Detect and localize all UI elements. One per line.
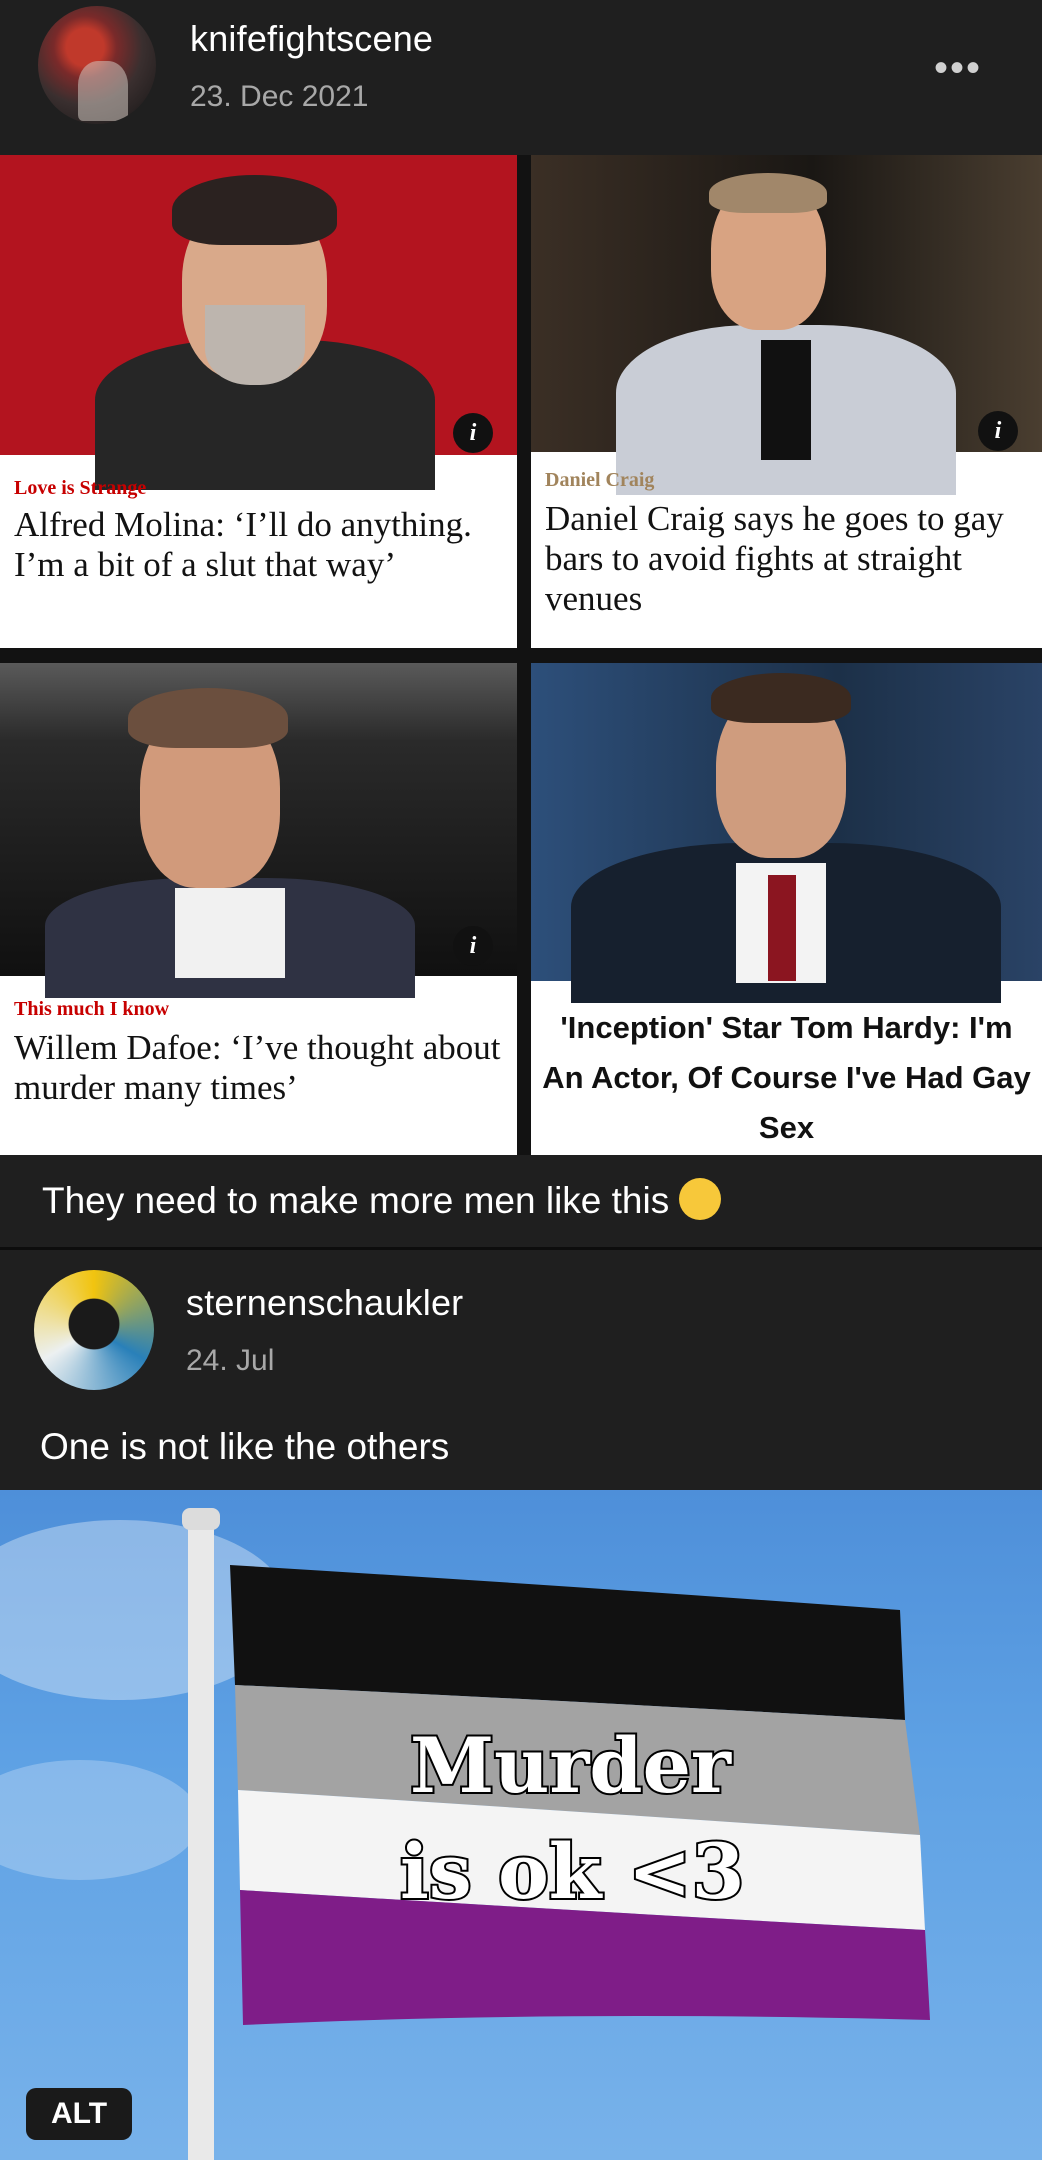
article-photo — [531, 663, 1042, 1003]
article-kicker: Love is Strange — [14, 477, 147, 499]
caption-text: They need to make more men like this — [42, 1180, 670, 1221]
article-card[interactable]: i Daniel Craig Daniel Craig says he goes… — [531, 155, 1042, 648]
pensive-face-icon — [679, 1178, 722, 1221]
info-icon[interactable]: i — [453, 413, 493, 453]
post-username[interactable]: knifefightscene — [190, 18, 433, 60]
article-kicker: This much I know — [14, 998, 170, 1020]
article-headline: 'Inception' Star Tom Hardy: I'm An Actor… — [542, 1010, 1031, 1145]
flag-illustration: Murder is ok <3 — [0, 1508, 930, 2160]
article-photo: i — [531, 155, 1042, 495]
article-photo: i — [0, 155, 517, 490]
post-header — [0, 0, 1042, 155]
reblog-text: One is not like the others — [40, 1426, 450, 1467]
alt-text-button[interactable]: ALT — [26, 2088, 132, 2140]
meme-text-line1: Murder — [410, 1721, 732, 1810]
article-kicker: Daniel Craig — [545, 469, 655, 491]
meme-text-line2: is ok <3 — [400, 1827, 745, 1916]
article-headline: Willem Dafoe: ‘I’ve thought about murder… — [14, 1028, 501, 1107]
avatar[interactable] — [34, 1270, 154, 1390]
article-card[interactable]: i Love is Strange Alfred Molina: ‘I’ll d… — [0, 155, 517, 648]
post-caption: They need to make more men like this — [42, 1178, 722, 1224]
avatar[interactable] — [38, 6, 156, 124]
article-headline: Alfred Molina: ‘I’ll do anything. I’m a … — [14, 505, 472, 584]
post-date: 23. Dec 2021 — [190, 80, 369, 113]
meme-image[interactable]: Murder is ok <3 — [0, 1490, 1042, 2160]
reblog-date: 24. Jul — [186, 1344, 275, 1377]
info-icon[interactable]: i — [453, 926, 493, 966]
article-headline: Daniel Craig says he goes to gay bars to… — [545, 499, 1004, 618]
ellipsis-icon[interactable]: ••• — [934, 46, 982, 91]
reblog-username[interactable]: sternenschaukler — [186, 1282, 463, 1324]
article-grid: i Love is Strange Alfred Molina: ‘I’ll d… — [0, 155, 1042, 1291]
info-icon[interactable]: i — [978, 411, 1018, 451]
article-photo: i — [0, 663, 517, 998]
